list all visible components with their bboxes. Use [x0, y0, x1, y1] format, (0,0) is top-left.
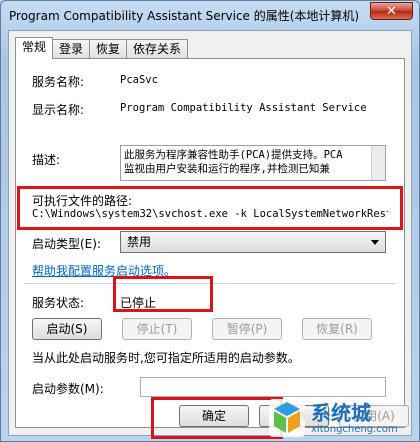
startup-type-value: 禁用	[127, 235, 152, 249]
properties-window: Program Compatibility Assistant Service …	[0, 0, 420, 442]
description-line-2: 监视由用户安装和运行的程序,并检测已知兼	[124, 163, 330, 175]
tab-recovery[interactable]: 恢复	[89, 39, 128, 59]
description-textbox[interactable]: 此服务为程序兼容性助手(PCA)提供支持。PCA 监视由用户安装和运行的程序,并…	[120, 145, 386, 181]
start-params-hint: 当从此处启动服务时,您可指定所适用的启动参数。	[32, 351, 300, 365]
tab-dependencies[interactable]: 依存关系	[126, 39, 189, 59]
stop-button[interactable]: 停止(T)	[122, 318, 192, 340]
close-button[interactable]: ✕	[370, 2, 413, 20]
start-button[interactable]: 启动(S)	[32, 318, 102, 340]
resume-button[interactable]: 恢复(R)	[302, 318, 372, 340]
description-line-1: 此服务为程序兼容性助手(PCA)提供支持。PCA	[124, 149, 343, 161]
service-name-value: PcaSvc	[120, 74, 158, 86]
tab-strip: 常规 登录 恢复 依存关系	[15, 37, 189, 59]
window-title: Program Compatibility Assistant Service …	[9, 9, 360, 23]
tab-logon[interactable]: 登录	[52, 39, 91, 59]
display-name-value: Program Compatibility Assistant Service	[120, 102, 367, 114]
service-name-label: 服务名称:	[32, 75, 85, 89]
stop-button-highlight	[113, 276, 213, 312]
watermark-brand: 系统城	[311, 401, 371, 425]
startup-type-highlight	[17, 186, 403, 230]
dialog-client-area: 常规 登录 恢复 依存关系 服务名称: PcaSvc 显示名称: Program…	[8, 30, 412, 436]
service-status-label: 服务状态:	[32, 296, 85, 310]
start-params-input[interactable]	[140, 377, 386, 397]
watermark-logo: 系统城 xitongcheng.com	[267, 397, 417, 439]
tab-general[interactable]: 常规	[15, 37, 54, 59]
chevron-down-icon	[371, 240, 379, 245]
general-tab-panel: 服务名称: PcaSvc 显示名称: Program Compatibility…	[15, 58, 405, 428]
start-params-label: 启动参数(M):	[32, 382, 104, 396]
ok-button-highlight	[151, 397, 283, 439]
display-name-label: 显示名称:	[32, 103, 85, 117]
startup-type-label: 启动类型(E):	[32, 237, 101, 251]
title-bar[interactable]: Program Compatibility Assistant Service …	[1, 1, 419, 29]
description-label: 描述:	[32, 153, 61, 167]
pause-button[interactable]: 暂停(P)	[212, 318, 282, 340]
close-icon: ✕	[386, 3, 397, 19]
description-scrollbar[interactable]	[371, 146, 385, 180]
watermark-url: xitongcheng.com	[311, 424, 398, 435]
startup-type-select[interactable]: 禁用	[120, 231, 386, 253]
